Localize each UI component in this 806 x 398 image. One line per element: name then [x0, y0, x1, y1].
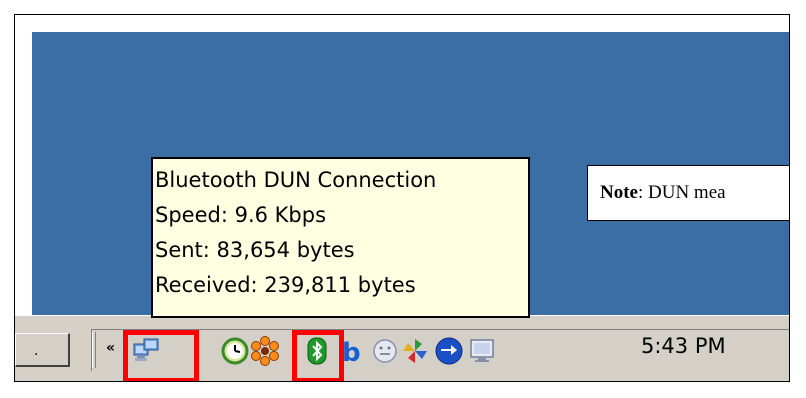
tray-grip	[92, 332, 96, 368]
svg-text:b: b	[342, 338, 361, 366]
tooltip-title: Bluetooth DUN Connection	[155, 168, 437, 192]
monitor-icon[interactable]	[467, 336, 497, 366]
tooltip-speed: Speed: 9.6 Kbps	[155, 203, 327, 227]
pinwheel-icon[interactable]	[400, 336, 430, 366]
bluetooth-icon-highlight	[292, 330, 344, 381]
network-icon-highlight	[123, 330, 199, 381]
sync-arrows-icon[interactable]	[434, 336, 464, 366]
tooltip-received: Received: 239,811 bytes	[155, 273, 416, 297]
tooltip-sent: Sent: 83,654 bytes	[155, 238, 355, 262]
clock-icon[interactable]	[220, 336, 250, 366]
taskbar-clock[interactable]: 5:43 PM	[641, 334, 726, 358]
sun-icon[interactable]	[250, 336, 280, 366]
note-text: : DUN mea	[637, 182, 726, 203]
messenger-icon[interactable]	[370, 336, 400, 366]
taskbar-button[interactable]: .	[15, 333, 70, 367]
connection-tooltip: Bluetooth DUN Connection Speed: 9.6 Kbps…	[151, 157, 530, 318]
screenshot-frame: . « b 5:43 PM Bluetooth DUN Connection S…	[14, 14, 790, 382]
taskbar-button-label: .	[34, 343, 39, 359]
note-label: Note	[600, 182, 638, 203]
taskbar: . « b 5:43 PM	[15, 315, 789, 381]
note-callout: Note: DUN mea	[587, 165, 789, 221]
show-hidden-icons-chevron[interactable]: «	[106, 340, 115, 356]
